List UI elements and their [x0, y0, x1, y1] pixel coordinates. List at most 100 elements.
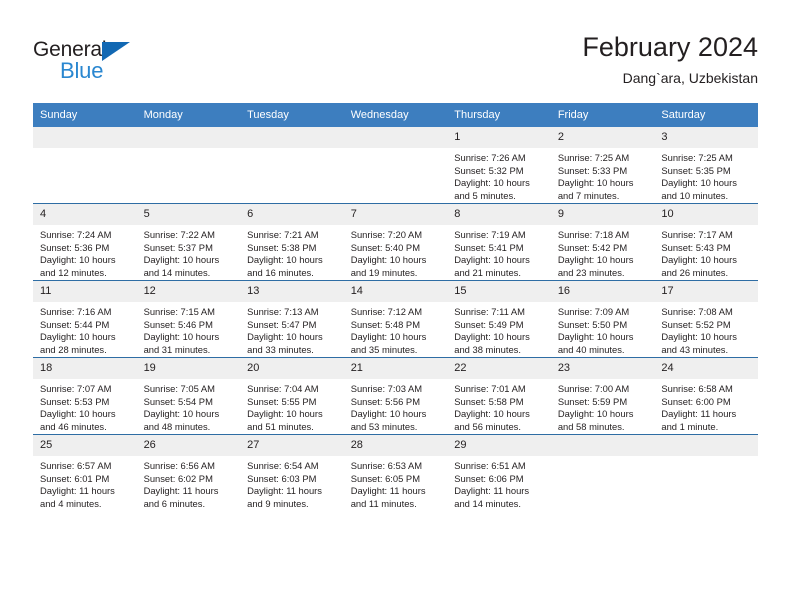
- sunset-time: Sunset: 5:52 PM: [661, 318, 731, 330]
- daylight-duration-line1: Daylight: 10 hours: [557, 408, 634, 420]
- daylight-duration-line1: Daylight: 10 hours: [247, 408, 323, 420]
- weekday-header-tuesday: Tuesday: [240, 103, 344, 127]
- calendar-day-cell[interactable]: 4 Sunrise: 7:24 AM Sunset: 5:36 PM Daylight…: [33, 203, 137, 281]
- day-number: 24: [654, 358, 758, 379]
- calendar-day-cell[interactable]: 16 Sunrise: 7:09 AM Sunset: 5:50 PM Dayligh…: [550, 280, 655, 358]
- daylight-duration-line1: Daylight: 10 hours: [350, 408, 427, 420]
- day-sun-info: Sunrise: 7:15 AM Sunset: 5:46 PM Daylight:…: [137, 302, 241, 356]
- page-subtitle-location: Dang`ara, Uzbekistan: [622, 70, 758, 86]
- generalblue-logo[interactable]: General Blue: [33, 38, 163, 86]
- day-number: 19: [136, 358, 241, 379]
- daylight-duration-line1: Daylight: 10 hours: [454, 177, 530, 189]
- calendar-day-cell-empty: [550, 434, 655, 511]
- weekday-header-row: Sunday Monday Tuesday Wednesday Thursday…: [33, 103, 758, 127]
- calendar-day-cell[interactable]: 20 Sunrise: 7:04 AM Sunset: 5:55 PM Dayligh…: [240, 357, 344, 435]
- sunrise-time: Sunrise: 7:25 AM: [557, 152, 630, 163]
- daylight-duration-line2: and 11 minutes.: [350, 497, 417, 509]
- day-number: 11: [33, 281, 137, 302]
- calendar-day-cell[interactable]: 24 Sunrise: 6:58 AM Sunset: 6:00 PM Dayligh…: [654, 357, 758, 435]
- calendar-day-cell[interactable]: 26 Sunrise: 6:56 AM Sunset: 6:02 PM Dayligh…: [136, 434, 241, 511]
- sunrise-time: Sunrise: 6:54 AM: [247, 460, 319, 471]
- calendar-day-cell[interactable]: 29 Sunrise: 6:51 AM Sunset: 6:06 PM Dayligh…: [447, 434, 551, 511]
- calendar-day-cell[interactable]: 3 Sunrise: 7:25 AM Sunset: 5:35 PM Daylight…: [654, 127, 758, 204]
- day-number: 18: [33, 358, 137, 379]
- sunset-time: Sunset: 5:32 PM: [454, 164, 524, 176]
- weekday-header-friday: Friday: [550, 103, 655, 127]
- sunset-time: Sunset: 6:05 PM: [350, 472, 420, 484]
- sunrise-time: Sunrise: 7:12 AM: [350, 306, 423, 317]
- daylight-duration-line2: and 43 minutes.: [661, 343, 729, 355]
- calendar-day-cell[interactable]: 21 Sunrise: 7:03 AM Sunset: 5:56 PM Dayligh…: [343, 357, 448, 435]
- day-number: 12: [136, 281, 241, 302]
- daylight-duration-line1: Daylight: 10 hours: [143, 254, 220, 266]
- calendar-day-cell[interactable]: 13 Sunrise: 7:13 AM Sunset: 5:47 PM Dayligh…: [240, 280, 344, 358]
- day-number: 1: [447, 127, 551, 148]
- calendar-day-cell[interactable]: 8 Sunrise: 7:19 AM Sunset: 5:41 PM Daylight…: [447, 203, 551, 281]
- sunrise-time: Sunrise: 6:57 AM: [40, 460, 112, 471]
- calendar-day-cell[interactable]: 27 Sunrise: 6:54 AM Sunset: 6:03 PM Dayligh…: [240, 434, 344, 511]
- sunset-time: Sunset: 5:44 PM: [40, 318, 110, 330]
- calendar-day-cell[interactable]: 2 Sunrise: 7:25 AM Sunset: 5:33 PM Daylight…: [550, 127, 655, 204]
- title-block: February 2024 Dang`ara, Uzbekistan: [582, 30, 758, 88]
- daylight-duration-line1: Daylight: 11 hours: [350, 485, 426, 497]
- calendar-day-cell[interactable]: 7 Sunrise: 7:20 AM Sunset: 5:40 PM Daylight…: [343, 203, 448, 281]
- daylight-duration-line1: Daylight: 10 hours: [40, 254, 116, 266]
- daylight-duration-line1: Daylight: 10 hours: [557, 177, 634, 189]
- day-sun-info: Sunrise: 6:56 AM Sunset: 6:02 PM Daylight:…: [137, 456, 241, 510]
- daylight-duration-line2: and 12 minutes.: [40, 266, 107, 278]
- calendar-day-cell[interactable]: 19 Sunrise: 7:05 AM Sunset: 5:54 PM Dayligh…: [136, 357, 241, 435]
- sunrise-time: Sunrise: 7:19 AM: [454, 229, 526, 240]
- calendar-day-cell[interactable]: 12 Sunrise: 7:15 AM Sunset: 5:46 PM Dayligh…: [136, 280, 241, 358]
- sunset-time: Sunset: 5:50 PM: [557, 318, 628, 330]
- calendar-day-cell[interactable]: 18 Sunrise: 7:07 AM Sunset: 5:53 PM Dayligh…: [33, 357, 137, 435]
- calendar-day-cell[interactable]: 1 Sunrise: 7:26 AM Sunset: 5:32 PM Daylight…: [447, 127, 551, 204]
- daylight-duration-line2: and 10 minutes.: [661, 189, 729, 201]
- calendar-day-cell[interactable]: 28 Sunrise: 6:53 AM Sunset: 6:05 PM Dayligh…: [343, 434, 448, 511]
- day-number: 15: [447, 281, 551, 302]
- day-sun-info: Sunrise: 7:07 AM Sunset: 5:53 PM Daylight:…: [33, 379, 137, 433]
- sunset-time: Sunset: 6:00 PM: [661, 395, 731, 407]
- sunrise-time: Sunrise: 7:21 AM: [247, 229, 319, 240]
- daylight-duration-line2: and 21 minutes.: [454, 266, 521, 278]
- daylight-duration-line2: and 48 minutes.: [143, 420, 211, 432]
- calendar-day-cell[interactable]: 25 Sunrise: 6:57 AM Sunset: 6:01 PM Dayligh…: [33, 434, 137, 511]
- day-sun-info: Sunrise: 7:16 AM Sunset: 5:44 PM Daylight:…: [33, 302, 137, 356]
- calendar-week-row: 11 Sunrise: 7:16 AM Sunset: 5:44 PM Dayligh…: [33, 280, 758, 358]
- day-number: 26: [136, 435, 241, 456]
- calendar-day-cell[interactable]: 10 Sunrise: 7:17 AM Sunset: 5:43 PM Dayligh…: [654, 203, 758, 281]
- calendar-day-cell[interactable]: 6 Sunrise: 7:21 AM Sunset: 5:38 PM Daylight…: [240, 203, 344, 281]
- calendar-day-cell[interactable]: 9 Sunrise: 7:18 AM Sunset: 5:42 PM Daylight…: [550, 203, 655, 281]
- daylight-duration-line2: and 58 minutes.: [557, 420, 625, 432]
- calendar-day-cell[interactable]: 22 Sunrise: 7:01 AM Sunset: 5:58 PM Dayligh…: [447, 357, 551, 435]
- daylight-duration-line2: and 9 minutes.: [247, 497, 309, 509]
- day-number: 20: [240, 358, 344, 379]
- daylight-duration-line1: Daylight: 11 hours: [143, 485, 219, 497]
- day-number: 21: [343, 358, 448, 379]
- daylight-duration-line1: Daylight: 10 hours: [247, 331, 323, 343]
- sunset-time: Sunset: 5:38 PM: [247, 241, 317, 253]
- day-sun-info: Sunrise: 7:08 AM Sunset: 5:52 PM Daylight:…: [654, 302, 758, 356]
- calendar-day-cell[interactable]: 15 Sunrise: 7:11 AM Sunset: 5:49 PM Dayligh…: [447, 280, 551, 358]
- sunrise-time: Sunrise: 7:09 AM: [557, 306, 630, 317]
- sunset-time: Sunset: 6:03 PM: [247, 472, 317, 484]
- calendar-day-cell[interactable]: 23 Sunrise: 7:00 AM Sunset: 5:59 PM Dayligh…: [550, 357, 655, 435]
- calendar-day-cell[interactable]: 11 Sunrise: 7:16 AM Sunset: 5:44 PM Dayligh…: [33, 280, 137, 358]
- day-number: 22: [447, 358, 551, 379]
- sunset-time: Sunset: 5:35 PM: [661, 164, 731, 176]
- day-sun-info: Sunrise: 7:11 AM Sunset: 5:49 PM Daylight:…: [447, 302, 551, 356]
- page-title: February 2024: [582, 32, 758, 62]
- sunrise-time: Sunrise: 7:08 AM: [661, 306, 733, 317]
- calendar-day-cell[interactable]: 14 Sunrise: 7:12 AM Sunset: 5:48 PM Dayligh…: [343, 280, 448, 358]
- day-sun-info: Sunrise: 6:58 AM Sunset: 6:00 PM Daylight:…: [654, 379, 758, 433]
- calendar-week-row: 4 Sunrise: 7:24 AM Sunset: 5:36 PM Daylight…: [33, 203, 758, 281]
- weekday-header-thursday: Thursday: [447, 103, 551, 127]
- calendar-day-cell[interactable]: 17 Sunrise: 7:08 AM Sunset: 5:52 PM Dayligh…: [654, 280, 758, 358]
- sunset-time: Sunset: 5:43 PM: [661, 241, 731, 253]
- calendar-day-cell[interactable]: 5 Sunrise: 7:22 AM Sunset: 5:37 PM Daylight…: [136, 203, 241, 281]
- sunrise-time: Sunrise: 7:24 AM: [40, 229, 112, 240]
- day-sun-info: Sunrise: 7:05 AM Sunset: 5:54 PM Daylight:…: [137, 379, 241, 433]
- daylight-duration-line1: Daylight: 10 hours: [247, 254, 323, 266]
- sunset-time: Sunset: 5:48 PM: [350, 318, 420, 330]
- daylight-duration-line1: Daylight: 11 hours: [247, 485, 322, 497]
- sunrise-time: Sunrise: 6:51 AM: [454, 460, 526, 471]
